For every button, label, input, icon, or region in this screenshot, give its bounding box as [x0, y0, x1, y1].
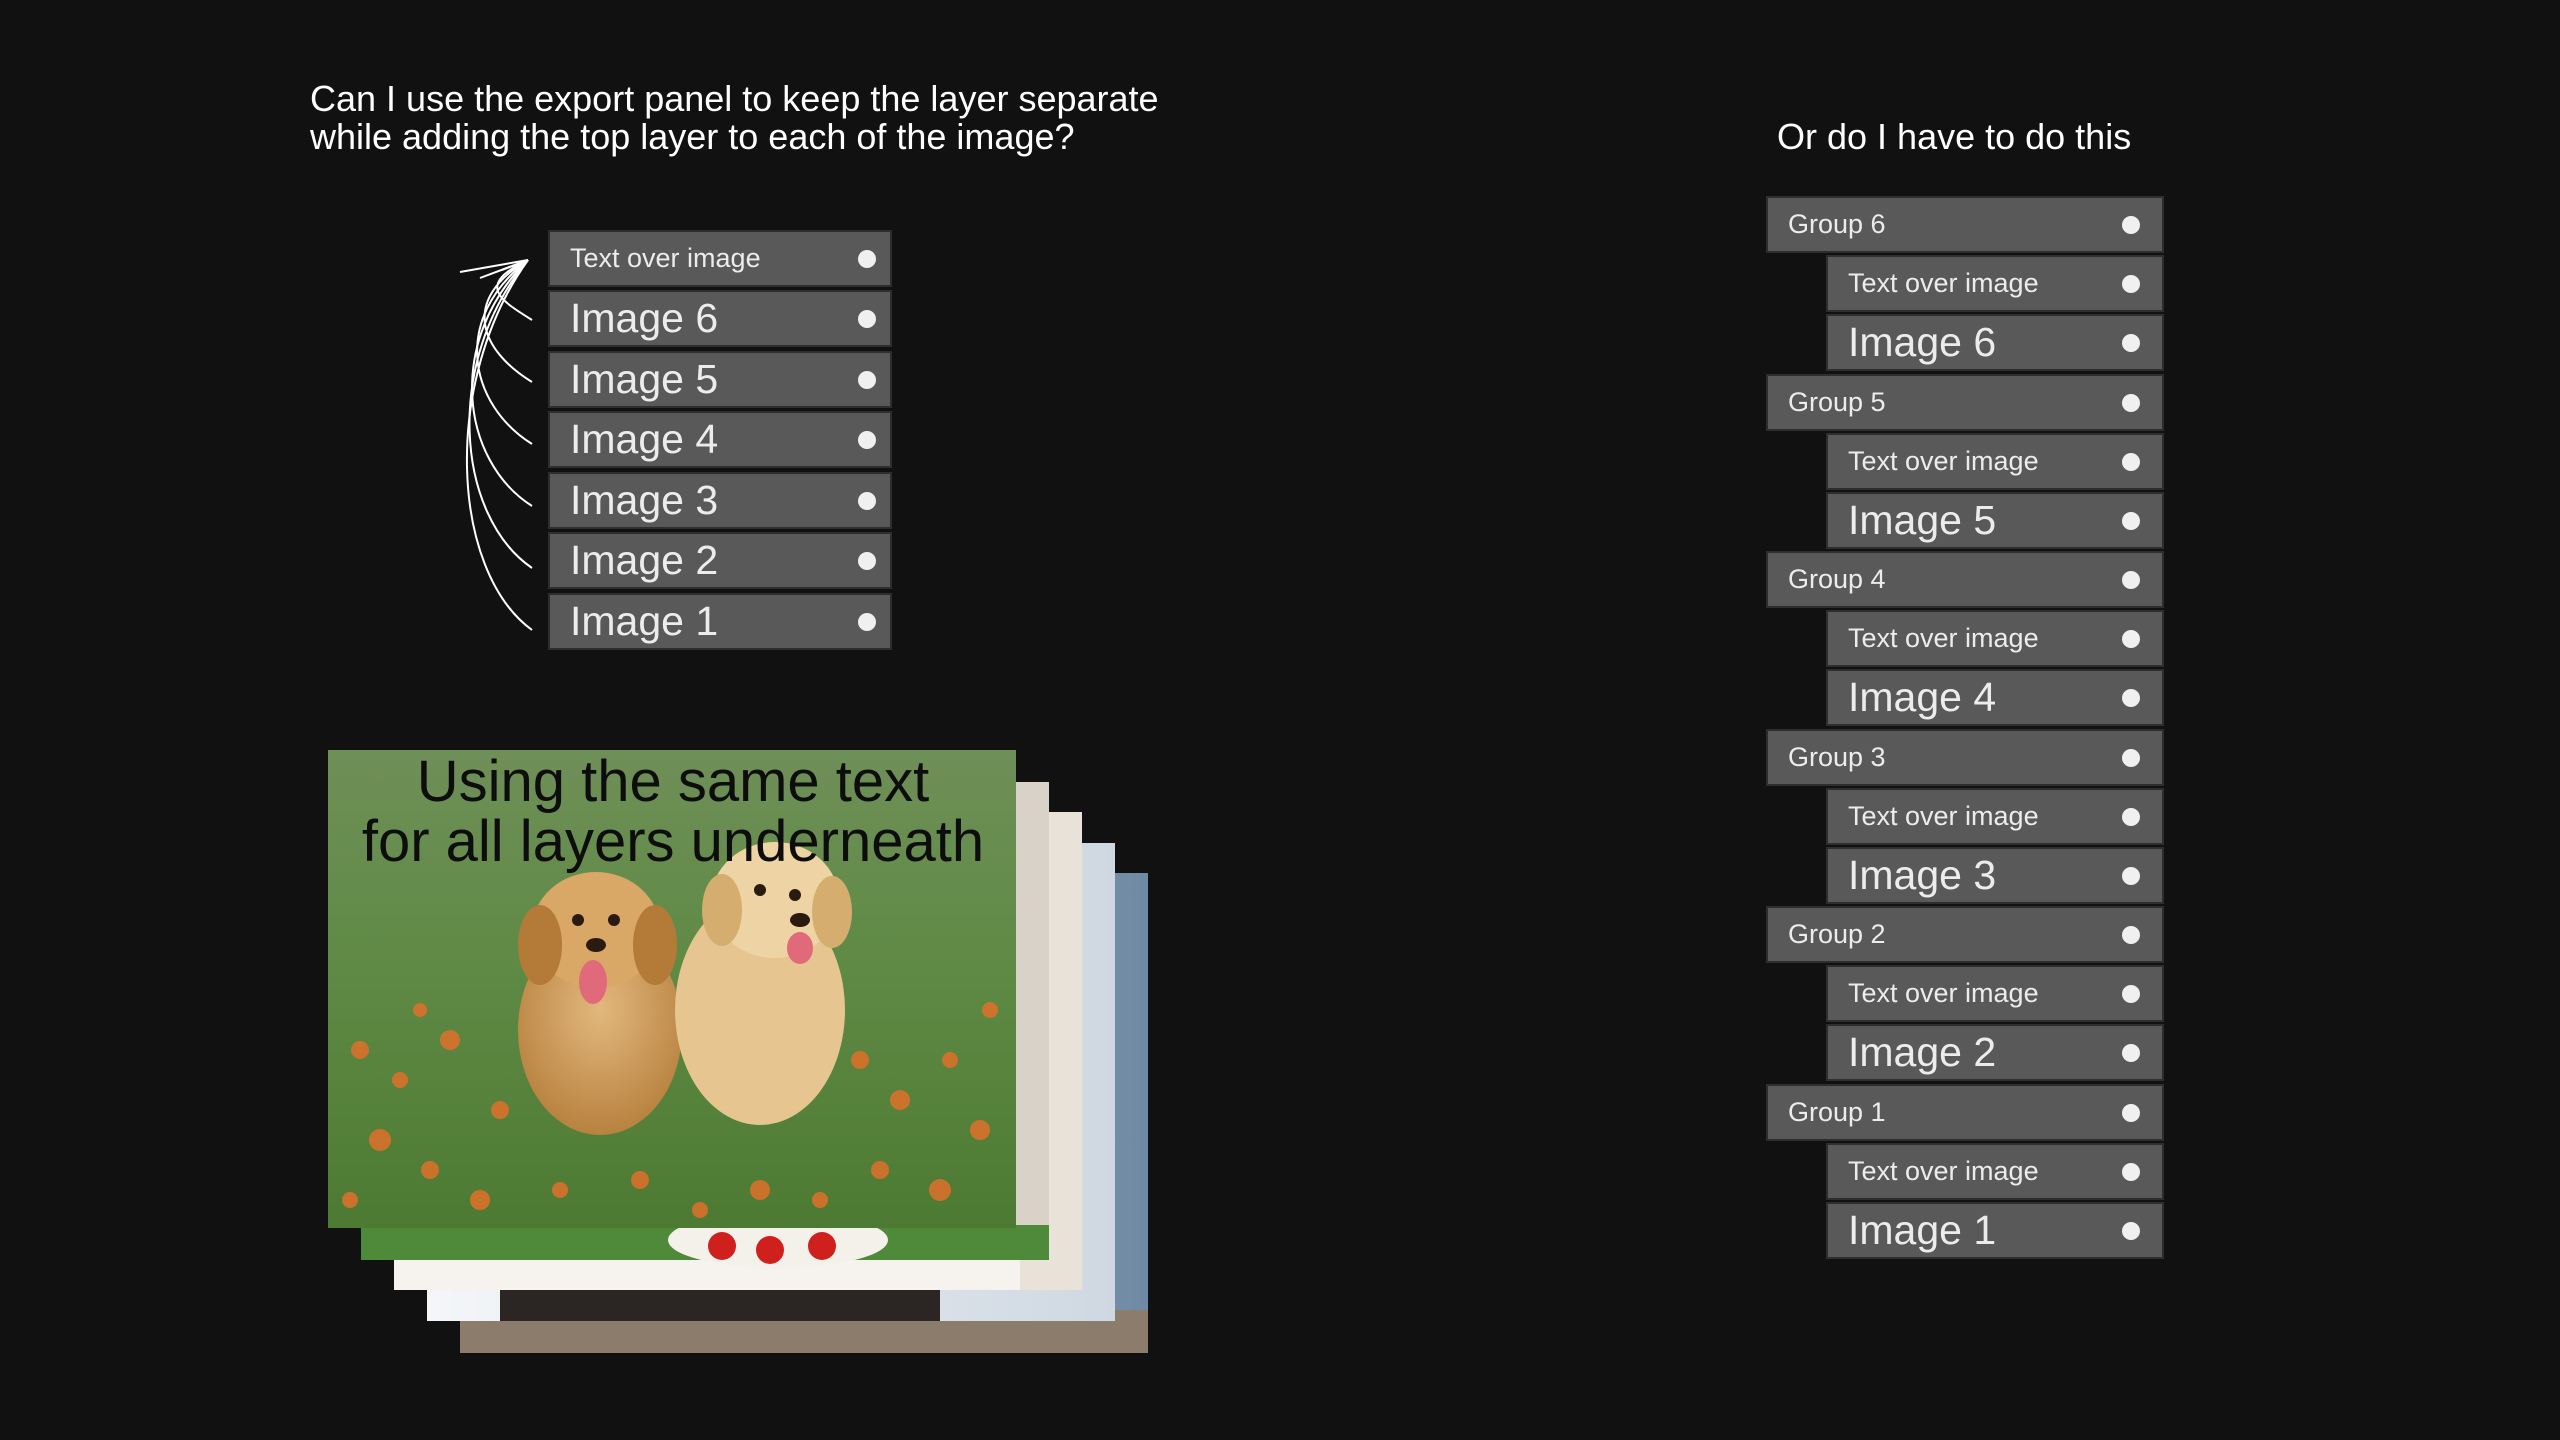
photo-caption-line-1: Using the same text	[416, 749, 930, 814]
layer-label: Text over image	[1848, 1156, 2039, 1186]
photo-card-front	[328, 750, 1016, 1228]
visibility-dot-icon[interactable]	[2122, 807, 2140, 826]
photo-card-back-4	[427, 843, 1115, 1321]
question-line-1: Can I use the export panel to keep the l…	[310, 78, 1159, 119]
visibility-dot-icon[interactable]	[858, 612, 876, 631]
layer-group-1[interactable]: Group 1	[1766, 1084, 2164, 1141]
visibility-dot-icon[interactable]	[2122, 333, 2140, 352]
layer-label: Image 5	[1848, 497, 1997, 543]
layer-label: Image 6	[1848, 319, 1997, 365]
layer-group-1-text[interactable]: Text over image	[1826, 1143, 2164, 1200]
arrow-image-1	[465, 259, 533, 631]
photo-card-back-2	[361, 782, 1049, 1268]
photo-card-back-5	[460, 873, 1148, 1353]
visibility-dot-icon[interactable]	[2122, 984, 2140, 1003]
visibility-dot-icon[interactable]	[2122, 1162, 2140, 1181]
layer-label: Group 2	[1788, 919, 1886, 949]
layer-label: Image 2	[570, 537, 719, 583]
photo-caption-line-2: for all layers underneath	[361, 809, 985, 874]
layer-label: Text over image	[570, 243, 761, 273]
visibility-dot-icon[interactable]	[2122, 570, 2140, 589]
layer-text-over-image[interactable]: Text over image	[548, 230, 892, 287]
layer-group-4-image[interactable]: Image 4	[1826, 669, 2164, 726]
layer-label: Image 3	[1848, 852, 1997, 898]
visibility-dot-icon[interactable]	[858, 551, 876, 570]
layer-group-6-image[interactable]: Image 6	[1826, 314, 2164, 371]
layer-label: Group 4	[1788, 564, 1886, 594]
layer-group-5-text[interactable]: Text over image	[1826, 433, 2164, 490]
layer-label: Group 6	[1788, 209, 1886, 239]
layer-group-2-text[interactable]: Text over image	[1826, 965, 2164, 1022]
layer-group-5[interactable]: Group 5	[1766, 374, 2164, 431]
layer-label: Image 2	[1848, 1029, 1997, 1075]
visibility-dot-icon[interactable]	[2122, 452, 2140, 471]
visibility-dot-icon[interactable]	[2122, 748, 2140, 767]
question-line-2: while adding the top layer to each of th…	[310, 116, 1075, 157]
visibility-dot-icon[interactable]	[2122, 688, 2140, 707]
visibility-dot-icon[interactable]	[2122, 629, 2140, 648]
layer-label: Image 6	[570, 295, 719, 341]
visibility-dot-icon[interactable]	[858, 370, 876, 389]
visibility-dot-icon[interactable]	[2122, 1103, 2140, 1122]
photo-caption: Using the same text for all layers under…	[328, 752, 1018, 872]
layer-label: Image 1	[1848, 1207, 1997, 1253]
layer-group-6-text[interactable]: Text over image	[1826, 255, 2164, 312]
visibility-dot-icon[interactable]	[2122, 393, 2140, 412]
photo-stack: Using the same text for all layers under…	[0, 0, 2560, 1440]
layer-label: Text over image	[1848, 623, 2039, 653]
layer-label: Text over image	[1848, 446, 2039, 476]
layer-label: Text over image	[1848, 801, 2039, 831]
layer-group-1-image[interactable]: Image 1	[1826, 1202, 2164, 1259]
visibility-dot-icon[interactable]	[858, 430, 876, 449]
layer-group-2[interactable]: Group 2	[1766, 906, 2164, 963]
layer-label: Image 1	[570, 598, 719, 644]
visibility-dot-icon[interactable]	[2122, 925, 2140, 944]
layer-group-3-image[interactable]: Image 3	[1826, 847, 2164, 904]
visibility-dot-icon[interactable]	[2122, 1221, 2140, 1240]
visibility-dot-icon[interactable]	[2122, 274, 2140, 293]
layer-label: Image 5	[570, 356, 719, 402]
layer-group-3[interactable]: Group 3	[1766, 729, 2164, 786]
layer-group-3-text[interactable]: Text over image	[1826, 788, 2164, 845]
layer-image-2[interactable]: Image 2	[548, 532, 892, 589]
layer-label: Image 4	[570, 416, 719, 462]
layer-image-4[interactable]: Image 4	[548, 411, 892, 468]
question-text: Can I use the export panel to keep the l…	[310, 80, 1159, 156]
visibility-dot-icon[interactable]	[858, 491, 876, 510]
layer-group-2-image[interactable]: Image 2	[1826, 1024, 2164, 1081]
layer-image-5[interactable]: Image 5	[548, 351, 892, 408]
layer-group-5-image[interactable]: Image 5	[1826, 492, 2164, 549]
layer-label: Group 1	[1788, 1097, 1886, 1127]
visibility-dot-icon[interactable]	[2122, 1043, 2140, 1062]
layer-label: Text over image	[1848, 268, 2039, 298]
visibility-dot-icon[interactable]	[858, 249, 876, 268]
layer-label: Text over image	[1848, 978, 2039, 1008]
visibility-dot-icon[interactable]	[2122, 511, 2140, 530]
layer-group-6[interactable]: Group 6	[1766, 196, 2164, 253]
layer-label: Image 3	[570, 477, 719, 523]
layer-group-4-text[interactable]: Text over image	[1826, 610, 2164, 667]
layer-label: Image 4	[1848, 674, 1997, 720]
visibility-dot-icon[interactable]	[858, 309, 876, 328]
photo-card-back-3	[394, 812, 1082, 1290]
visibility-dot-icon[interactable]	[2122, 215, 2140, 234]
layer-label: Group 3	[1788, 742, 1886, 772]
layer-image-6[interactable]: Image 6	[548, 290, 892, 347]
layer-image-1[interactable]: Image 1	[548, 593, 892, 650]
layer-image-3[interactable]: Image 3	[548, 472, 892, 529]
visibility-dot-icon[interactable]	[2122, 866, 2140, 885]
alternative-heading: Or do I have to do this	[1777, 116, 2132, 157]
layer-group-4[interactable]: Group 4	[1766, 551, 2164, 608]
layer-label: Group 5	[1788, 387, 1886, 417]
link-arrows	[459, 259, 533, 631]
